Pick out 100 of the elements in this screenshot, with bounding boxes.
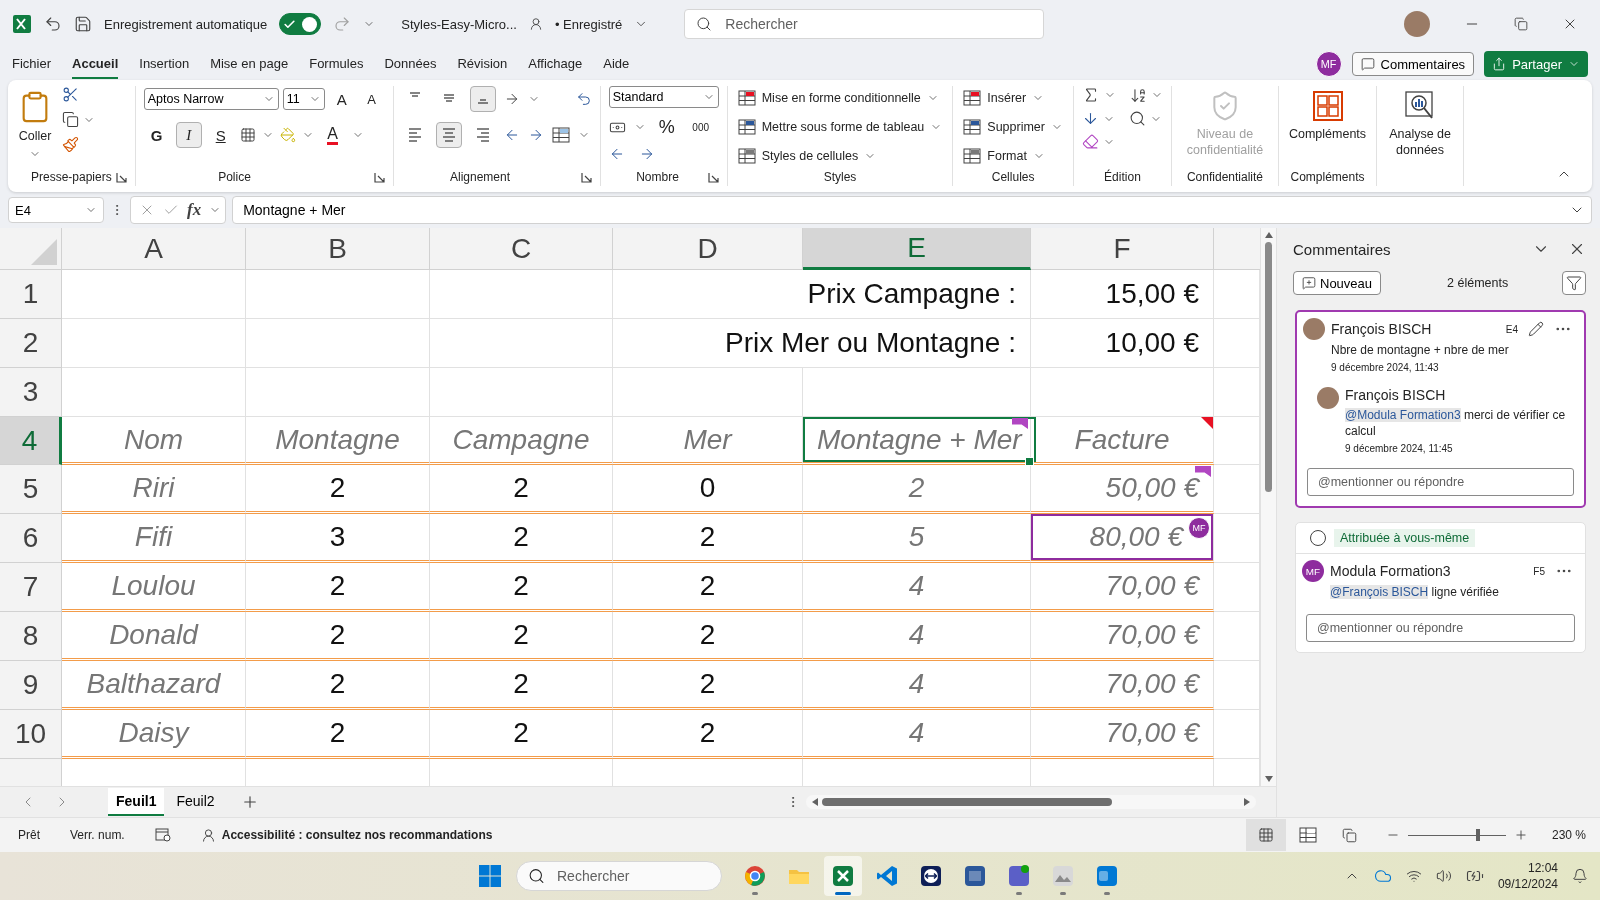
grid-cell[interactable]: 70,00 € (1031, 612, 1213, 658)
lines-icon[interactable] (474, 126, 491, 144)
grid-cell[interactable] (62, 368, 246, 417)
dialog-launcher-icon[interactable] (373, 171, 385, 183)
grid-cell[interactable] (430, 368, 613, 417)
eraser-icon[interactable] (1081, 133, 1099, 150)
macro-icon[interactable] (154, 828, 171, 842)
menu-tab[interactable]: Fichier (12, 49, 51, 79)
mention-link[interactable]: @François BISCH (1330, 585, 1429, 599)
grid-cell[interactable]: Prix Campagne : (613, 270, 1030, 318)
shrink-font-button[interactable]: A (358, 86, 385, 112)
menu-tab[interactable]: Insertion (139, 49, 190, 79)
accessibility-icon[interactable] (200, 827, 216, 843)
clock-date[interactable]: 09/12/2024 (1497, 877, 1558, 891)
name-box[interactable]: E4 (8, 197, 104, 223)
file-name[interactable]: Styles-Easy-Micro... (401, 16, 517, 32)
grid-cell[interactable]: 2 (246, 465, 429, 511)
scrollbar-thumb[interactable] (822, 798, 1112, 806)
grid-cell[interactable]: 15,00 € (1031, 270, 1213, 318)
menu-tab[interactable]: Mise en page (210, 49, 289, 79)
comments-button[interactable]: Commentaires (1351, 52, 1475, 76)
grid-cell[interactable]: Prix Mer ou Montagne : (613, 319, 1030, 367)
zoom-level[interactable]: 230 % (1551, 828, 1586, 842)
paste-button[interactable]: Coller (16, 86, 54, 164)
grid-cell[interactable]: 2 (246, 661, 429, 707)
format-painter-icon[interactable] (62, 136, 79, 153)
bell-icon[interactable] (1572, 868, 1588, 884)
borders-icon[interactable] (239, 127, 256, 143)
comment-icon[interactable] (1360, 57, 1375, 71)
search-field[interactable]: Rechercher (684, 9, 1045, 39)
font-name-dropdown[interactable]: Aptos Narrow (143, 88, 279, 110)
resolve-radio[interactable] (1310, 530, 1326, 546)
reply-field[interactable]: @mentionner ou répondre (1306, 614, 1575, 642)
clock-time[interactable]: 12:04 (1527, 861, 1558, 875)
new-comment-button[interactable]: Nouveau (1293, 271, 1382, 295)
grid-cell[interactable] (430, 319, 613, 368)
sheet-tab[interactable]: Feuil1 (108, 788, 165, 816)
share-icon[interactable] (1492, 57, 1507, 71)
reply-field[interactable]: @mentionner ou répondre (1307, 468, 1574, 496)
grid-cell[interactable]: 50,00 € (1031, 465, 1213, 511)
person-icon[interactable] (528, 17, 543, 31)
grid-cell[interactable]: Montagne (246, 417, 429, 462)
grid-cell[interactable] (62, 319, 246, 368)
comment-card[interactable]: Attribuée à vous-même MF Modula Formation3 F5 @François BISCH ligne vérifiée @mentionner ou répondre (1295, 522, 1586, 653)
grid-cell[interactable] (62, 270, 246, 319)
grid-cell[interactable]: Loulou (62, 563, 245, 609)
column-header[interactable]: C (430, 228, 613, 270)
grid-cell[interactable]: Mer (613, 417, 802, 462)
grid-cell[interactable]: 4 (803, 612, 1030, 658)
grow-font-button[interactable]: A (328, 86, 355, 112)
column-header[interactable]: E (803, 228, 1031, 270)
horizontal-scrollbar[interactable] (806, 795, 1256, 809)
row-header[interactable]: 2 (0, 319, 62, 368)
zoom-thumb[interactable] (1475, 829, 1480, 841)
scroll-up-icon[interactable] (1264, 232, 1273, 238)
ribbon-command[interactable]: Supprimer (961, 115, 1065, 139)
font-size-dropdown[interactable]: 11 (282, 88, 325, 110)
grid-cell[interactable]: 70,00 € (1031, 710, 1213, 756)
menu-tab[interactable]: Aide (603, 49, 630, 79)
cloud-icon[interactable] (1373, 867, 1392, 885)
sort-icon[interactable] (1129, 86, 1147, 104)
view-button[interactable] (1245, 819, 1286, 851)
grid-cell[interactable] (430, 270, 613, 319)
grid-cell[interactable]: 2 (613, 514, 802, 560)
grid-cell[interactable]: 2 (430, 661, 612, 707)
analyze-data-button[interactable]: Analyse de données (1385, 86, 1456, 162)
dialog-launcher-icon[interactable] (580, 171, 592, 183)
thousands-button[interactable]: 000 (687, 114, 714, 140)
presence-avatar[interactable]: MF (1315, 51, 1342, 77)
grid-cell[interactable]: Balthazard (62, 661, 245, 707)
grid-cell[interactable] (246, 368, 430, 417)
grid-cell[interactable]: 10,00 € (1031, 319, 1213, 367)
grid-cell[interactable]: Daisy (62, 710, 245, 756)
dialog-launcher-icon[interactable] (707, 171, 719, 183)
ribbon-command[interactable]: Mettre sous forme de tableau (735, 115, 945, 139)
grid-cell[interactable]: 2 (430, 514, 612, 560)
vertical-scrollbar[interactable] (1260, 228, 1276, 786)
menu-tab[interactable]: Révision (457, 49, 508, 79)
zoom-in-icon[interactable] (1513, 828, 1528, 842)
save-status[interactable]: • Enregistré (554, 16, 623, 32)
font-style-button[interactable]: G (143, 122, 170, 148)
comment-card[interactable]: François BISCH E4 Nbre de montagne + nbre de mer 9 décembre 2024, 11:43 François BISCH @Modula Formation3 merci de vérifier ce calcul 9 décembre 2024, 11:45 @mentionner ou répondre (1295, 310, 1586, 508)
menu-tab[interactable]: Affichage (528, 49, 583, 79)
ribbon-command[interactable]: Styles de cellules (735, 144, 945, 168)
share-button[interactable]: Partager (1484, 51, 1588, 77)
vertical-align-button[interactable] (469, 86, 496, 112)
grid-cell[interactable] (613, 368, 803, 417)
row-header[interactable]: 10 (0, 710, 62, 759)
check-icon[interactable] (283, 17, 297, 31)
undo-icon[interactable] (44, 15, 62, 33)
grid-cell[interactable]: 5 (803, 514, 1030, 560)
row-header[interactable]: 8 (0, 612, 62, 661)
save-icon[interactable] (74, 15, 92, 33)
grid-cell[interactable]: 2 (803, 465, 1030, 511)
menu-tab[interactable]: Accueil (72, 49, 119, 79)
column-header[interactable]: D (613, 228, 803, 270)
grid-cell[interactable]: 2 (246, 612, 429, 658)
grid-cell[interactable] (246, 319, 430, 368)
scroll-down-icon[interactable] (1264, 776, 1273, 782)
grid-cell[interactable]: Riri (62, 465, 245, 511)
